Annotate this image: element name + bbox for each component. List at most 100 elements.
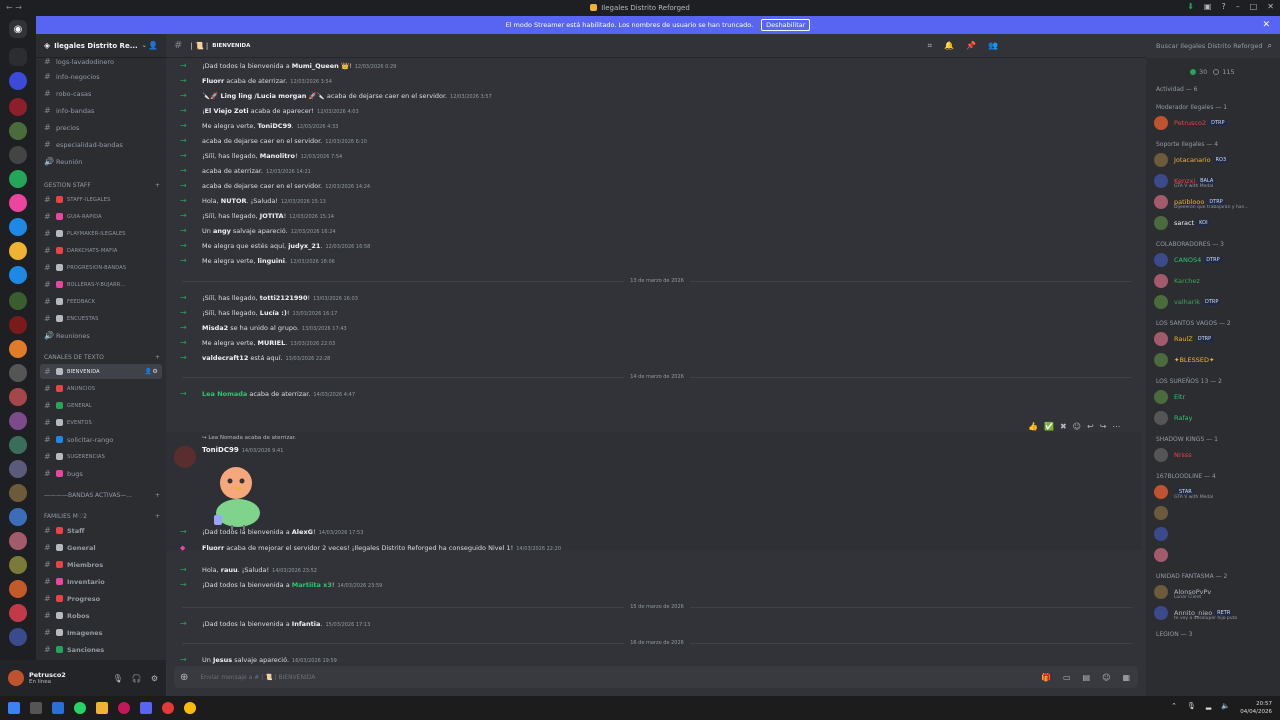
list-item[interactable]: → ¡Sííí, has llegado, JOTITA! 12/03/2026 1… — [166, 208, 1141, 223]
channel-item[interactable]: # info-negocios — [40, 69, 162, 84]
member-item[interactable]: Annito_nieo RETR te voy a desoluper hijo p… — [1154, 604, 1276, 622]
list-item[interactable]: → acaba de aterrizar. 12/03/2026 14:21 — [166, 163, 1141, 178]
disable-button[interactable]: Deshabilitar — [761, 19, 811, 31]
server-icon[interactable] — [9, 72, 27, 90]
server-icon[interactable] — [9, 266, 27, 284]
x-icon[interactable]: ✖ — [1060, 422, 1067, 431]
category-gestion-staff[interactable]: GESTION STAFF + — [44, 182, 160, 189]
channel-item[interactable]: # STAFF-ILEGALES — [40, 192, 162, 207]
edge-icon[interactable] — [52, 702, 64, 714]
volume-icon[interactable]: 🔈 — [1221, 702, 1230, 710]
member-item[interactable] — [1154, 504, 1276, 522]
username[interactable]: ToniDC99 — [258, 122, 292, 130]
server-icon[interactable] — [9, 388, 27, 406]
member-item[interactable]: saract KOI — [1154, 214, 1276, 232]
server-icon[interactable] — [9, 412, 27, 430]
reply-preview[interactable]: ↪ Lea Nomada acaba de aterrizar. — [202, 435, 296, 441]
category-families[interactable]: FAMILIES M♡2 + — [44, 513, 160, 520]
headphones-icon[interactable]: 🎧 — [132, 674, 142, 683]
server-icon[interactable] — [9, 556, 27, 574]
list-item[interactable]: → ¡Dad todos la bienvenida a Martiita x3!… — [166, 577, 1141, 592]
server-icon[interactable] — [9, 628, 27, 646]
gift-icon[interactable]: 🎁 — [1041, 673, 1051, 682]
network-icon[interactable]: ▂ — [1206, 702, 1211, 710]
list-item[interactable]: → ¡Sííí, has llegado, Manolitro! 12/03/202… — [166, 148, 1141, 163]
channel-item[interactable]: # GENERAL — [40, 398, 162, 413]
clock[interactable]: 20:57 04/04/2026 — [1240, 700, 1272, 716]
username[interactable]: valdecraft12 — [202, 354, 248, 362]
server-icon[interactable] — [9, 460, 27, 478]
channel-item[interactable]: # BOLLERAS-Y-BUJARR... — [40, 277, 162, 292]
message-list[interactable]: → ¡Dad todos la bienvenida a Mumi_Queen 👑… — [166, 58, 1146, 664]
windows-start-icon[interactable] — [8, 702, 20, 714]
username[interactable]: JOTITA — [260, 212, 284, 220]
member-item[interactable]: Jotacanario RO3 — [1154, 151, 1276, 169]
member-item[interactable]: Nrsss — [1154, 446, 1276, 464]
username[interactable]: MURIEL — [258, 339, 286, 347]
member-item[interactable]: AlonsoPvPv Lunar Client — [1154, 583, 1276, 601]
list-item[interactable]: → Fluorr acaba de aterrizar. 12/03/2026 3:… — [166, 73, 1141, 88]
list-item[interactable]: → ¡Dad todos la bienvenida a Infantia. 15/… — [166, 616, 1141, 631]
list-item[interactable]: → valdecraft12 está aquí. 13/03/2026 22:28 — [166, 350, 1141, 365]
channel-item[interactable]: # GUIA-RAPIDA — [40, 209, 162, 224]
list-item[interactable]: ◆ Fluorr acaba de mejorar el servidor 2 v… — [166, 540, 1141, 555]
list-item[interactable]: → Un Jesus salvaje apareció. 16/03/2026 19… — [166, 652, 1141, 664]
gear-icon[interactable]: ⚙ — [151, 674, 158, 683]
gif-icon[interactable]: ▭ — [1063, 673, 1071, 682]
username[interactable]: angy — [213, 227, 231, 235]
app-icon[interactable] — [162, 702, 174, 714]
maximize-icon[interactable]: □ — [1250, 2, 1258, 11]
username[interactable]: Martiita x3 — [292, 581, 332, 589]
add-channel-icon[interactable]: + — [155, 182, 160, 189]
member-item[interactable]: STAR GTA V with Medal — [1154, 483, 1276, 501]
pin-icon[interactable]: 📌 — [966, 41, 976, 51]
server-icon[interactable] — [9, 508, 27, 526]
discord-icon[interactable] — [140, 702, 152, 714]
channel-item[interactable]: # Sanciones — [40, 642, 162, 657]
username[interactable]: Jesus — [213, 656, 232, 664]
reply-icon[interactable]: ↩ — [1087, 422, 1094, 431]
thumbs-up-icon[interactable]: 👍 — [1028, 422, 1038, 431]
voice-channel-item[interactable]: 🔊 Reunión — [40, 154, 162, 169]
member-item[interactable]: valharik DTRP — [1154, 293, 1276, 311]
server-icon[interactable] — [9, 218, 27, 236]
voice-channel-item[interactable]: 🔊 Reuniones — [40, 328, 162, 343]
whatsapp-icon[interactable] — [74, 702, 86, 714]
username[interactable]: linguini — [258, 257, 285, 265]
list-item[interactable]: → ¡Sííí, has llegado, Lucía :)! 13/03/2026… — [166, 305, 1141, 320]
member-item[interactable]: Rafay — [1154, 409, 1276, 427]
help-icon[interactable]: ? — [1221, 2, 1225, 11]
username[interactable]: Mumi_Queen 👑 — [292, 62, 349, 70]
add-attachment-icon[interactable]: ⊕ — [180, 672, 188, 683]
list-item[interactable]: → ¡Sííí, has llegado, totti2121990! 13/03/… — [166, 290, 1141, 305]
message-author[interactable]: ToniDC99 14/03/2026 9:41 — [202, 446, 283, 454]
channel-item[interactable]: # robo-casas — [40, 86, 162, 101]
channel-item[interactable]: # Inventario — [40, 574, 162, 589]
username[interactable]: Lea Nomada — [202, 390, 247, 398]
server-icon[interactable] — [9, 170, 27, 188]
server-icon[interactable] — [9, 194, 27, 212]
member-item[interactable]: CANOS4 DTRP — [1154, 251, 1276, 269]
chrome-icon[interactable] — [184, 702, 196, 714]
minimize-icon[interactable]: – — [1236, 2, 1240, 11]
channel-item[interactable]: # SUGERENCIAS — [40, 449, 162, 464]
members-icon[interactable]: 👥 — [988, 41, 998, 51]
avatar[interactable] — [8, 670, 24, 686]
list-item[interactable]: → Misda2 se ha unido al grupo. 13/03/2026 … — [166, 320, 1141, 335]
channel-item[interactable]: # General — [40, 540, 162, 555]
server-icon[interactable] — [9, 532, 27, 550]
list-item[interactable]: → Hola, NUTOR. ¡Saluda! 12/03/2026 15:13 — [166, 193, 1141, 208]
discord-home-icon[interactable]: ◉ — [9, 20, 27, 38]
channel-item[interactable]: # precios — [40, 120, 162, 135]
channel-settings-icon[interactable]: 👤⚙ — [145, 368, 158, 375]
microphone-icon[interactable]: 🎙 — [113, 674, 123, 683]
channel-item[interactable]: # DARKCHATS-MAFIA — [40, 243, 162, 258]
server-icon[interactable] — [9, 48, 27, 66]
list-item[interactable]: → Lea Nomada acaba de aterrizar. 14/03/202… — [166, 386, 1141, 401]
add-channel-icon[interactable]: + — [155, 513, 160, 520]
mic-tray-icon[interactable]: 🎙 — [1187, 702, 1196, 710]
sticker-icon[interactable]: ▤ — [1083, 673, 1091, 682]
server-icon[interactable] — [9, 484, 27, 502]
channel-item[interactable]: # PLAYMAKER-ILEGALES — [40, 226, 162, 241]
channel-item[interactable]: # logs-lavadodinero — [40, 54, 162, 69]
